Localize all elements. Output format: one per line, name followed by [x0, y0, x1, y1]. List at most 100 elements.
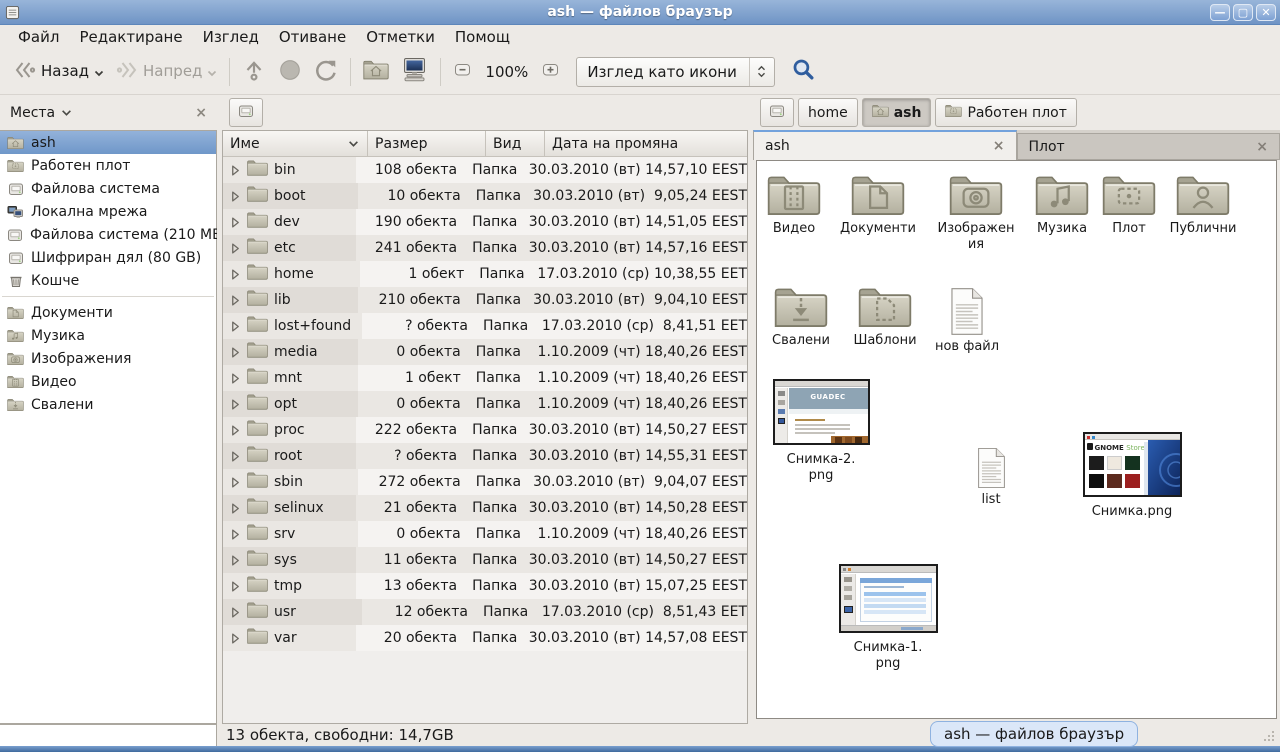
- zoom-in-button[interactable]: [535, 55, 566, 88]
- expander-icon[interactable]: [229, 399, 241, 410]
- table-row-root[interactable]: root ? обекта Папка 30.03.2010 (вт) 14,5…: [223, 443, 747, 469]
- table-row-srv[interactable]: srv 0 обекта Папка 1.10.2009 (чт) 18,40,…: [223, 521, 747, 547]
- table-row-selinux[interactable]: selinux 21 обекта Папка 30.03.2010 (вт) …: [223, 495, 747, 521]
- resize-grip[interactable]: [1260, 727, 1276, 743]
- path-button-ash[interactable]: ash: [862, 98, 932, 127]
- path-button-home[interactable]: home: [798, 98, 858, 127]
- file-icon-снимка.png[interactable]: GNOME Store Снимка.png: [1080, 432, 1184, 520]
- column-header-3[interactable]: Вид: [486, 131, 545, 156]
- expander-icon[interactable]: [229, 373, 241, 384]
- file-icon-публични[interactable]: Публични: [1160, 173, 1246, 237]
- combo-spinner-icon[interactable]: [750, 65, 774, 78]
- sidebar-item-кошче[interactable]: Кошче: [0, 269, 216, 292]
- tab-ash[interactable]: ash ×: [753, 130, 1017, 160]
- table-row-tmp[interactable]: tmp 13 обекта Папка 30.03.2010 (вт) 15,0…: [223, 573, 747, 599]
- column-header-4[interactable]: Дата на промяна: [545, 131, 747, 156]
- expander-icon[interactable]: [229, 451, 241, 462]
- menu-item-3[interactable]: Изглед: [193, 26, 269, 48]
- table-row-home[interactable]: home 1 обект Папка 17.03.2010 (ср) 10,38…: [223, 261, 747, 287]
- table-row-media[interactable]: media 0 обекта Папка 1.10.2009 (чт) 18,4…: [223, 339, 747, 365]
- expander-icon[interactable]: [229, 347, 241, 358]
- table-row-opt[interactable]: opt 0 обекта Папка 1.10.2009 (чт) 18,40,…: [223, 391, 747, 417]
- table-row-etc[interactable]: etc 241 обекта Папка 30.03.2010 (вт) 14,…: [223, 235, 747, 261]
- sidebar-item-ash[interactable]: ash: [0, 131, 216, 154]
- table-row-sys[interactable]: sys 11 обекта Папка 30.03.2010 (вт) 14,5…: [223, 547, 747, 573]
- tab-плот[interactable]: Плот ×: [1017, 133, 1280, 160]
- search-button[interactable]: [787, 53, 820, 90]
- up-button[interactable]: [236, 53, 272, 91]
- table-row-sbin[interactable]: sbin 272 обекта Папка 30.03.2010 (вт) 9,…: [223, 469, 747, 495]
- expander-icon[interactable]: [229, 165, 241, 176]
- expander-icon[interactable]: [229, 555, 241, 566]
- file-icon-документи[interactable]: Документи: [835, 173, 921, 237]
- file-icon-свалени[interactable]: Свалени: [758, 285, 844, 349]
- tab-close-icon[interactable]: ×: [1256, 139, 1268, 155]
- expander-icon[interactable]: [229, 477, 241, 488]
- file-icon-снимка-2.-png[interactable]: GUADEC Снимка-2. png: [771, 379, 871, 485]
- pane-resize-handle[interactable]: [748, 95, 753, 724]
- computer-button[interactable]: [395, 52, 434, 91]
- menu-item-5[interactable]: Отметки: [356, 26, 445, 48]
- sidebar-item-видео[interactable]: Видео: [0, 370, 216, 393]
- sidebar-item-музика[interactable]: Музика: [0, 324, 216, 347]
- sidebar-item-документи[interactable]: Документи: [0, 301, 216, 324]
- file-icon-нов-файл[interactable]: нов файл: [924, 287, 1010, 355]
- pane-resize-handle[interactable]: [217, 95, 222, 724]
- maximize-button[interactable]: ▢: [1233, 4, 1253, 21]
- table-row-var[interactable]: var 20 обекта Папка 30.03.2010 (вт) 14,5…: [223, 625, 747, 651]
- taskbar-window-button[interactable]: ash — файлов браузър: [930, 721, 1138, 747]
- sidebar-item-свалени[interactable]: Свалени: [0, 393, 216, 416]
- file-icon-снимка-1.-png[interactable]: Снимка-1. png: [836, 564, 940, 673]
- column-header-1[interactable]: Име: [223, 131, 368, 156]
- path-button-работен-плот[interactable]: Работен плот: [935, 98, 1076, 127]
- menu-item-1[interactable]: Файл: [8, 26, 69, 48]
- expander-icon[interactable]: [229, 503, 241, 514]
- expander-icon[interactable]: [229, 269, 241, 280]
- table-row-bin[interactable]: bin 108 обекта Папка 30.03.2010 (вт) 14,…: [223, 157, 747, 183]
- view-mode-select[interactable]: Изглед като икони: [576, 57, 775, 87]
- table-row-proc[interactable]: proc 222 обекта Папка 30.03.2010 (вт) 14…: [223, 417, 747, 443]
- expander-icon[interactable]: [229, 217, 241, 228]
- file-icon-изображен-ия[interactable]: Изображен ия: [933, 173, 1019, 254]
- table-row-lib[interactable]: lib 210 обекта Папка 30.03.2010 (вт) 9,0…: [223, 287, 747, 313]
- menu-item-2[interactable]: Редактиране: [69, 26, 192, 48]
- sidebar-item-файлова-система-210-mb-[interactable]: Файлова система (210 MB): [0, 223, 216, 246]
- home-button[interactable]: [357, 54, 395, 90]
- menu-item-6[interactable]: Помощ: [445, 26, 520, 48]
- back-dropdown-icon[interactable]: [94, 63, 104, 81]
- path-button-root[interactable]: [760, 98, 794, 127]
- expander-icon[interactable]: [229, 321, 241, 332]
- expander-icon[interactable]: [229, 529, 241, 540]
- table-row-usr[interactable]: usr 12 обекта Папка 17.03.2010 (ср) 8,51…: [223, 599, 747, 625]
- sidebar-item-локална-мрежа[interactable]: Локална мрежа: [0, 200, 216, 223]
- sidebar-item-шифриран-дял-80-gb-[interactable]: Шифриран дял (80 GB): [0, 246, 216, 269]
- table-row-dev[interactable]: dev 190 обекта Папка 30.03.2010 (вт) 14,…: [223, 209, 747, 235]
- tab-close-icon[interactable]: ×: [993, 138, 1005, 154]
- table-row-lost+found[interactable]: lost+found ? обекта Папка 17.03.2010 (ср…: [223, 313, 747, 339]
- places-selector[interactable]: Места: [10, 105, 55, 121]
- sidebar-item-файлова-система[interactable]: Файлова система: [0, 177, 216, 200]
- file-icon-шаблони[interactable]: Шаблони: [842, 285, 928, 349]
- menu-item-4[interactable]: Отиване: [269, 26, 356, 48]
- expander-icon[interactable]: [229, 295, 241, 306]
- sidebar-item-изображения[interactable]: Изображения: [0, 347, 216, 370]
- icon-view[interactable]: Видео Документи Изображен ия Музика Плот: [756, 160, 1277, 719]
- file-icon-видео[interactable]: Видео: [756, 173, 837, 237]
- back-button[interactable]: Назад: [8, 54, 110, 90]
- expander-icon[interactable]: [229, 607, 241, 618]
- reload-button[interactable]: [308, 53, 344, 91]
- sidebar-close-icon[interactable]: ×: [195, 105, 207, 121]
- zoom-out-button[interactable]: [447, 55, 478, 88]
- root-path-button[interactable]: [229, 98, 263, 127]
- expander-icon[interactable]: [229, 425, 241, 436]
- minimize-button[interactable]: —: [1210, 4, 1230, 21]
- expander-icon[interactable]: [229, 243, 241, 254]
- column-header-2[interactable]: Размер: [368, 131, 486, 156]
- table-row-mnt[interactable]: mnt 1 обект Папка 1.10.2009 (чт) 18,40,2…: [223, 365, 747, 391]
- file-icon-list[interactable]: list: [948, 447, 1034, 508]
- close-button[interactable]: ✕: [1256, 4, 1276, 21]
- expander-icon[interactable]: [229, 191, 241, 202]
- sidebar-item-работен-плот[interactable]: Работен плот: [0, 154, 216, 177]
- expander-icon[interactable]: [229, 581, 241, 592]
- places-dropdown-icon[interactable]: [61, 105, 72, 121]
